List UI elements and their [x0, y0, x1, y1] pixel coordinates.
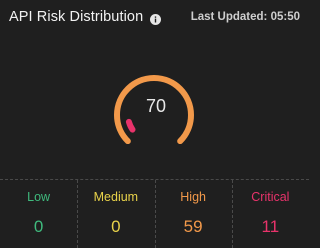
stat-low-value: 0 — [33, 217, 44, 236]
stat-low: Low 0 — [0, 180, 77, 248]
risk-score-gauge: 70 — [109, 72, 199, 144]
stat-critical-label: Critical — [251, 190, 290, 204]
risk-score-value: 70 — [145, 96, 167, 116]
title-group: API Risk Distribution — [9, 9, 162, 25]
stat-medium-label: Medium — [93, 190, 139, 204]
stat-critical: Critical 11 — [231, 180, 309, 248]
stat-high-value: 59 — [183, 217, 203, 236]
stat-high-label: High — [180, 190, 206, 204]
panel-header: API Risk Distribution Last Updated: 05:5… — [0, 0, 309, 34]
stat-high: High 59 — [154, 180, 232, 248]
risk-distribution-panel: API Risk Distribution Last Updated: 05:5… — [0, 0, 309, 248]
panel-title: API Risk Distribution — [9, 9, 144, 25]
stat-medium-value: 0 — [111, 217, 121, 236]
stat-critical-value: 11 — [261, 217, 280, 236]
risk-stats-row: Low 0 Medium 0 High 59 Critical 11 — [0, 180, 309, 248]
stat-medium: Medium 0 — [77, 180, 154, 248]
last-updated-text: Last Updated: 05:50 — [190, 11, 300, 23]
gauge-indicator — [125, 118, 136, 133]
stat-low-label: Low — [27, 190, 51, 204]
info-icon[interactable] — [150, 12, 162, 25]
